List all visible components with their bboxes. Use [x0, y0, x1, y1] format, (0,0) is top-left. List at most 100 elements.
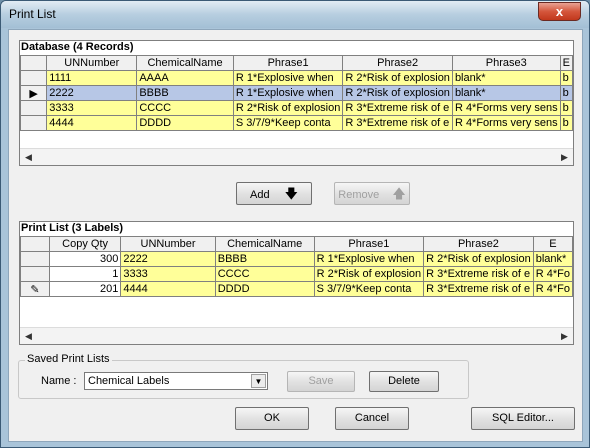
print-list-table: Copy Qty UNNumber ChemicalName Phrase1 P…: [20, 236, 573, 297]
scroll-left-icon[interactable]: ◀: [20, 149, 37, 165]
print-list-row[interactable]: 300 2222 BBBB R 1*Explosive when R 2*Ris…: [20, 251, 573, 267]
database-row[interactable]: 4444 DDDD S 3/7/9*Keep conta R 3*Extreme…: [20, 115, 573, 131]
print-list-header-chemicalname[interactable]: ChemicalName: [214, 236, 315, 252]
chevron-down-icon[interactable]: ▼: [251, 374, 266, 388]
print-list-header-phrase2[interactable]: Phrase2: [423, 236, 534, 252]
saved-print-lists-label: Saved Print Lists: [25, 353, 112, 365]
database-header-chemicalname[interactable]: ChemicalName: [136, 55, 234, 71]
cell-unnumber[interactable]: 3333: [120, 266, 216, 282]
cell-partial[interactable]: b: [559, 70, 573, 86]
database-header-partial[interactable]: E: [559, 55, 573, 71]
cell-phrase3[interactable]: blank*: [451, 85, 561, 101]
cell-partial[interactable]: b: [559, 100, 573, 116]
cell-phrase3[interactable]: R 4*Forms very sens: [451, 100, 561, 116]
cell-copyqty[interactable]: 300: [48, 251, 122, 267]
cell-phrase2[interactable]: R 3*Extreme risk of e: [423, 266, 534, 282]
cell-chemicalname[interactable]: BBBB: [136, 85, 234, 101]
row-indicator-current[interactable]: ▶: [20, 85, 48, 101]
cell-partial[interactable]: blank*: [532, 251, 573, 267]
cell-chemicalname[interactable]: CCCC: [214, 266, 315, 282]
cell-phrase1[interactable]: R 2*Risk of explosion: [313, 266, 425, 282]
row-indicator[interactable]: [20, 266, 50, 282]
save-button[interactable]: Save: [287, 371, 355, 392]
database-header-phrase2[interactable]: Phrase2: [342, 55, 453, 71]
ok-button[interactable]: OK: [235, 407, 309, 430]
cell-partial[interactable]: b: [559, 115, 573, 131]
scroll-right-icon[interactable]: ▶: [556, 328, 573, 344]
database-row-selected[interactable]: ▶ 2222 BBBB R 1*Explosive when R 2*Risk …: [20, 85, 573, 101]
cell-unnumber[interactable]: 2222: [46, 85, 138, 101]
cell-phrase2[interactable]: R 3*Extreme risk of e: [423, 281, 534, 297]
scroll-left-icon[interactable]: ◀: [20, 328, 37, 344]
cell-chemicalname[interactable]: DDDD: [214, 281, 315, 297]
row-indicator[interactable]: [20, 100, 48, 116]
add-button[interactable]: Add 🡇: [236, 182, 312, 205]
cell-phrase1[interactable]: R 1*Explosive when: [232, 85, 344, 101]
database-grid[interactable]: Database (4 Records) UNNumber ChemicalNa…: [19, 40, 574, 166]
cell-phrase2[interactable]: R 3*Extreme risk of e: [342, 100, 453, 116]
row-indicator[interactable]: [20, 70, 48, 86]
print-list-horizontal-scrollbar[interactable]: ◀ ▶: [20, 327, 573, 344]
cell-phrase2[interactable]: R 2*Risk of explosion: [423, 251, 534, 267]
title-bar[interactable]: Print List x: [1, 1, 589, 28]
database-row[interactable]: 1111 AAAA R 1*Explosive when R 2*Risk of…: [20, 70, 573, 86]
pencil-icon[interactable]: ✎: [20, 281, 50, 297]
cell-phrase2[interactable]: R 3*Extreme risk of e: [342, 115, 453, 131]
print-list-row[interactable]: 1 3333 CCCC R 2*Risk of explosion R 3*Ex…: [20, 266, 573, 282]
saved-list-name-combo[interactable]: Chemical Labels ▼: [84, 372, 268, 390]
database-row[interactable]: 3333 CCCC R 2*Risk of explosion R 3*Extr…: [20, 100, 573, 116]
print-list-window: Print List x Database (4 Records) UNNumb…: [0, 0, 590, 448]
cell-phrase3[interactable]: R 4*Forms very sens: [451, 115, 561, 131]
print-list-header-partial[interactable]: E: [532, 236, 573, 252]
cell-phrase1[interactable]: R 2*Risk of explosion: [232, 100, 344, 116]
saved-print-lists-group: Saved Print Lists Name : Chemical Labels…: [18, 353, 469, 399]
cell-unnumber[interactable]: 4444: [46, 115, 138, 131]
window-title: Print List: [9, 7, 56, 21]
print-list-header-phrase1[interactable]: Phrase1: [313, 236, 425, 252]
cell-chemicalname[interactable]: CCCC: [136, 100, 234, 116]
database-header-unnumber[interactable]: UNNumber: [46, 55, 138, 71]
scroll-right-icon[interactable]: ▶: [556, 149, 573, 165]
cell-copyqty[interactable]: 1: [48, 266, 122, 282]
cell-unnumber[interactable]: 1111: [46, 70, 138, 86]
cell-phrase2[interactable]: R 2*Risk of explosion: [342, 85, 453, 101]
database-header-phrase3[interactable]: Phrase3: [451, 55, 561, 71]
down-arrow-icon: 🡇: [284, 186, 298, 201]
cell-phrase1[interactable]: R 1*Explosive when: [313, 251, 425, 267]
cell-chemicalname[interactable]: BBBB: [214, 251, 315, 267]
cell-phrase1[interactable]: R 1*Explosive when: [232, 70, 344, 86]
sql-editor-button[interactable]: SQL Editor...: [471, 407, 575, 430]
database-horizontal-scrollbar[interactable]: ◀ ▶: [20, 148, 573, 165]
database-caption: Database (4 Records): [21, 41, 134, 53]
cell-phrase1[interactable]: S 3/7/9*Keep conta: [313, 281, 425, 297]
name-label: Name :: [41, 375, 77, 387]
row-indicator[interactable]: [20, 251, 50, 267]
add-button-label: Add: [249, 189, 270, 201]
cell-partial[interactable]: R 4*Fo: [532, 266, 573, 282]
cell-partial[interactable]: R 4*Fo: [532, 281, 573, 297]
cell-chemicalname[interactable]: DDDD: [136, 115, 234, 131]
cell-chemicalname[interactable]: AAAA: [136, 70, 234, 86]
delete-button[interactable]: Delete: [369, 371, 439, 392]
close-button[interactable]: x: [538, 2, 581, 21]
print-list-grid[interactable]: Print List (3 Labels) Copy Qty UNNumber …: [19, 221, 574, 345]
up-arrow-icon: 🡅: [392, 186, 406, 201]
cell-phrase2[interactable]: R 2*Risk of explosion: [342, 70, 453, 86]
print-list-header-copyqty[interactable]: Copy Qty: [48, 236, 122, 252]
print-list-caption: Print List (3 Labels): [21, 222, 124, 234]
print-list-header-unnumber[interactable]: UNNumber: [120, 236, 216, 252]
cell-partial[interactable]: b: [559, 85, 573, 101]
cancel-button[interactable]: Cancel: [335, 407, 409, 430]
database-table: UNNumber ChemicalName Phrase1 Phrase2 Ph…: [20, 55, 573, 131]
database-header-phrase1[interactable]: Phrase1: [232, 55, 344, 71]
cell-unnumber[interactable]: 4444: [120, 281, 216, 297]
row-indicator[interactable]: [20, 115, 48, 131]
cell-unnumber[interactable]: 2222: [120, 251, 216, 267]
close-icon: x: [555, 4, 564, 19]
cell-phrase1[interactable]: S 3/7/9*Keep conta: [232, 115, 344, 131]
cell-phrase3[interactable]: blank*: [451, 70, 561, 86]
remove-button[interactable]: Remove 🡅: [334, 182, 410, 205]
print-list-row-editing[interactable]: ✎ 201 4444 DDDD S 3/7/9*Keep conta R 3*E…: [20, 281, 573, 297]
cell-copyqty[interactable]: 201: [48, 281, 122, 297]
cell-unnumber[interactable]: 3333: [46, 100, 138, 116]
